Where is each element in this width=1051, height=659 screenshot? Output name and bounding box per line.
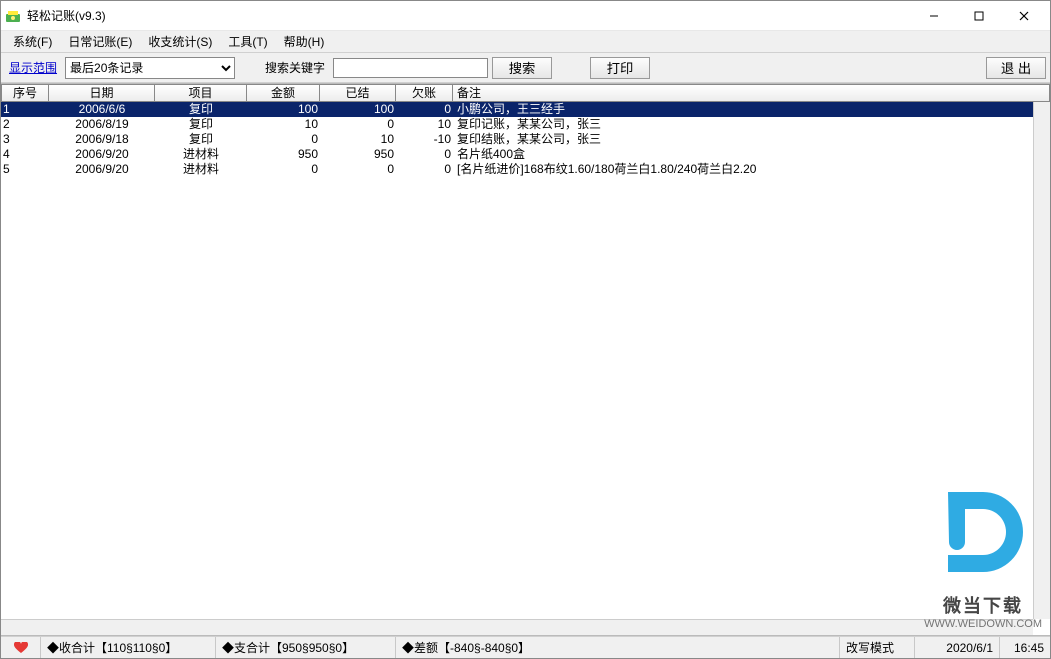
cell: 950 — [320, 147, 396, 162]
status-expense: ◆支合计【950§950§0】 — [216, 637, 396, 658]
search-label: 搜索关键字 — [261, 59, 329, 76]
vertical-scrollbar[interactable] — [1033, 102, 1050, 619]
cell: 2006/9/18 — [49, 132, 155, 147]
cell: 复印 — [155, 102, 247, 117]
cell: 0 — [247, 162, 320, 177]
cell: 2006/9/20 — [49, 162, 155, 177]
cell: 2006/6/6 — [49, 102, 155, 117]
menu-daily[interactable]: 日常记账(E) — [60, 31, 140, 52]
cell: 0 — [320, 162, 396, 177]
status-date: 2020/6/1 — [915, 637, 1000, 658]
cell: 100 — [320, 102, 396, 117]
cell: 复印结账，某某公司，张三 — [453, 132, 1050, 147]
cell: 1 — [1, 102, 49, 117]
status-mode: 改写模式 — [840, 637, 915, 658]
app-icon — [5, 8, 21, 24]
cell: 5 — [1, 162, 49, 177]
table-row[interactable]: 42006/9/20进材料9509500名片纸400盒 — [1, 147, 1050, 162]
exit-button[interactable]: 退 出 — [986, 57, 1046, 79]
cell: 2 — [1, 117, 49, 132]
col-date[interactable]: 日期 — [49, 84, 155, 102]
cell: 3 — [1, 132, 49, 147]
grid-header: 序号 日期 项目 金额 已结 欠账 备注 — [1, 84, 1050, 102]
table-row[interactable]: 52006/9/20进材料000[名片纸进价]168布纹1.60/180荷兰白1… — [1, 162, 1050, 177]
cell: 2006/8/19 — [49, 117, 155, 132]
cell: 0 — [320, 117, 396, 132]
grid-body[interactable]: 12006/6/6复印1001000小鹏公司，王三经手22006/8/19复印1… — [1, 102, 1050, 635]
minimize-button[interactable] — [911, 2, 956, 30]
search-input[interactable] — [333, 58, 488, 78]
col-seq[interactable]: 序号 — [1, 84, 49, 102]
cell: [名片纸进价]168布纹1.60/180荷兰白1.80/240荷兰白2.20 — [453, 162, 1050, 177]
close-button[interactable] — [1001, 2, 1046, 30]
status-diff: ◆差额【-840§-840§0】 — [396, 637, 840, 658]
title-bar[interactable]: 轻松记账(v9.3) — [1, 1, 1050, 31]
app-window: 轻松记账(v9.3) 系统(F) 日常记账(E) 收支统计(S) 工具(T) 帮… — [0, 0, 1051, 659]
range-select[interactable]: 最后20条记录 — [65, 57, 235, 79]
table-row[interactable]: 22006/8/19复印10010复印记账，某某公司，张三 — [1, 117, 1050, 132]
cell: 2006/9/20 — [49, 147, 155, 162]
window-title: 轻松记账(v9.3) — [27, 7, 911, 24]
status-bar: ◆收合计【110§110§0】 ◆支合计【950§950§0】 ◆差额【-840… — [1, 636, 1050, 658]
cell: 复印记账，某某公司，张三 — [453, 117, 1050, 132]
cell: 小鹏公司，王三经手 — [453, 102, 1050, 117]
col-paid[interactable]: 已结 — [320, 84, 396, 102]
menu-system[interactable]: 系统(F) — [5, 31, 60, 52]
cell: 0 — [247, 132, 320, 147]
cell: 950 — [247, 147, 320, 162]
status-time: 16:45 — [1000, 637, 1050, 658]
cell: 100 — [247, 102, 320, 117]
menu-stats[interactable]: 收支统计(S) — [140, 31, 220, 52]
menu-help[interactable]: 帮助(H) — [276, 31, 333, 52]
cell: 0 — [396, 162, 453, 177]
search-button[interactable]: 搜索 — [492, 57, 552, 79]
cell: 10 — [320, 132, 396, 147]
col-item[interactable]: 项目 — [155, 84, 247, 102]
cell: 复印 — [155, 132, 247, 147]
window-buttons — [911, 2, 1046, 30]
cell: 4 — [1, 147, 49, 162]
status-icon-cell — [1, 637, 41, 658]
menu-bar: 系统(F) 日常记账(E) 收支统计(S) 工具(T) 帮助(H) — [1, 31, 1050, 53]
status-income: ◆收合计【110§110§0】 — [41, 637, 216, 658]
cell: 0 — [396, 147, 453, 162]
table-row[interactable]: 32006/9/18复印010-10复印结账，某某公司，张三 — [1, 132, 1050, 147]
col-amount[interactable]: 金额 — [247, 84, 320, 102]
range-label[interactable]: 显示范围 — [5, 59, 61, 76]
cell: -10 — [396, 132, 453, 147]
col-remark[interactable]: 备注 — [453, 84, 1050, 102]
print-button[interactable]: 打印 — [590, 57, 650, 79]
cell: 进材料 — [155, 162, 247, 177]
cell: 10 — [396, 117, 453, 132]
cell: 10 — [247, 117, 320, 132]
maximize-button[interactable] — [956, 2, 1001, 30]
col-debt[interactable]: 欠账 — [396, 84, 453, 102]
heart-icon — [14, 642, 28, 654]
cell: 进材料 — [155, 147, 247, 162]
cell: 名片纸400盒 — [453, 147, 1050, 162]
cell: 0 — [396, 102, 453, 117]
data-grid: 序号 日期 项目 金额 已结 欠账 备注 12006/6/6复印1001000小… — [1, 83, 1050, 636]
menu-tools[interactable]: 工具(T) — [220, 31, 275, 52]
horizontal-scrollbar[interactable] — [1, 619, 1033, 635]
cell: 复印 — [155, 117, 247, 132]
toolbar: 显示范围 最后20条记录 搜索关键字 搜索 打印 退 出 — [1, 53, 1050, 83]
table-row[interactable]: 12006/6/6复印1001000小鹏公司，王三经手 — [1, 102, 1050, 117]
